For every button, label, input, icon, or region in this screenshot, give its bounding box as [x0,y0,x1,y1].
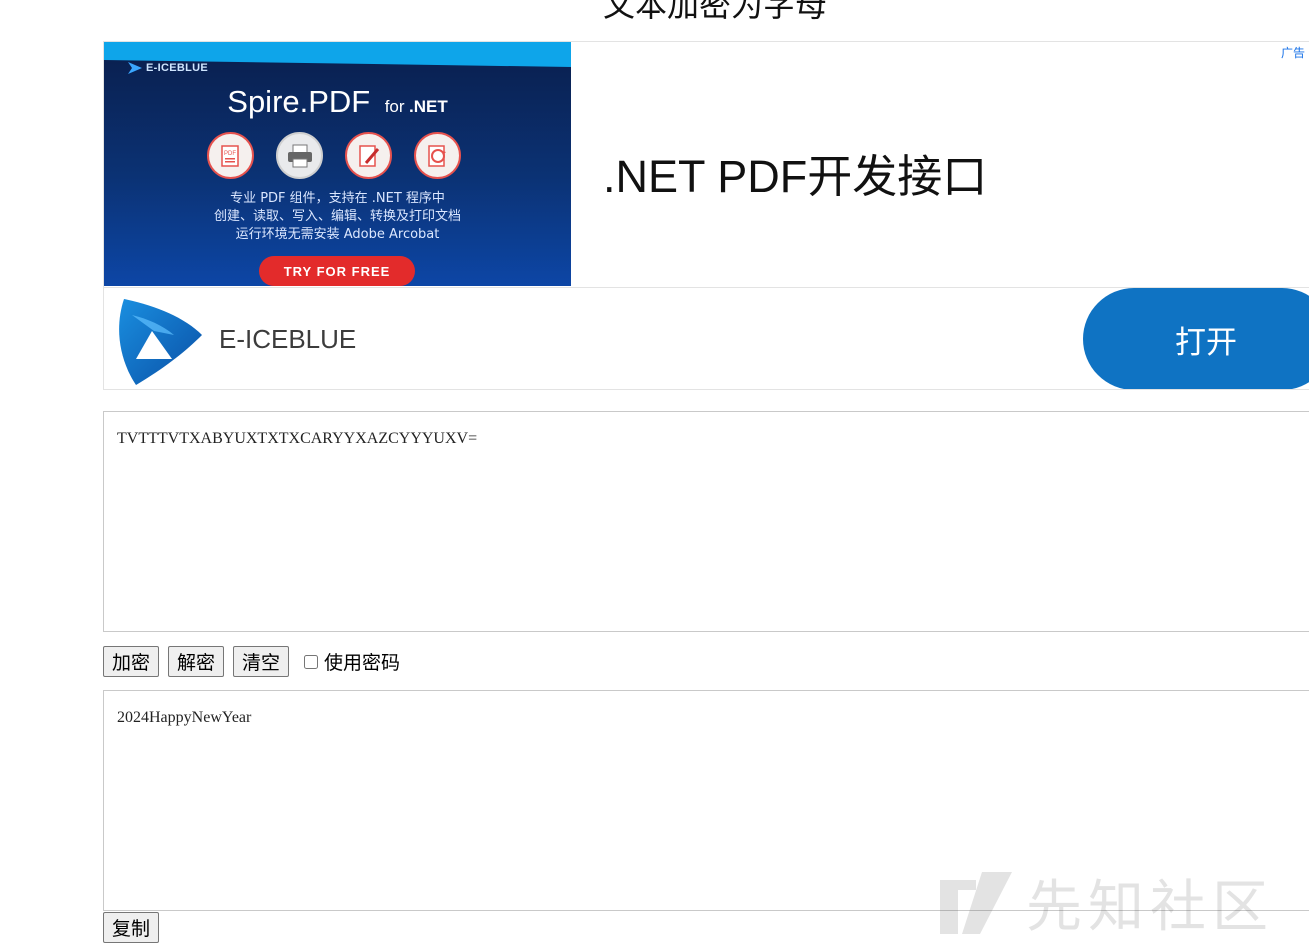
clear-button[interactable]: 清空 [233,646,290,677]
ad-label[interactable]: 广告 [1281,44,1305,61]
use-password-option[interactable]: 使用密码 [302,648,400,675]
printer-icon [276,132,323,179]
use-password-checkbox[interactable] [304,654,318,669]
advertiser-name[interactable]: E-ICEBLUE [219,324,356,355]
eiceblue-logo-icon [119,299,202,385]
product-for: for [384,97,405,116]
convert-document-icon [414,132,461,179]
copy-button[interactable]: 复制 [103,912,160,943]
output-textarea[interactable]: 2024HappyNewYear [103,690,1309,911]
pdf-document-icon: PDF [207,132,254,179]
page-title: 文本加密为字母 [602,0,827,24]
banner-brand-text: E-ICEBLUE [146,62,208,74]
ad-advertiser-bar[interactable]: E-ICEBLUE 打开 [104,287,1309,389]
product-title: Spire.PDF for .NET [104,84,571,120]
try-for-free-button[interactable]: TRY FOR FREE [259,256,415,286]
decrypt-button[interactable]: 解密 [168,646,225,677]
encrypt-button[interactable]: 加密 [103,646,160,677]
desc-line: 运行环境无需安装 Adobe Arcobat [235,227,440,242]
feature-icons: PDF [207,132,461,179]
product-description: 专业 PDF 组件，支持在 .NET 程序中 创建、读取、写入、编辑、转换及打印… [104,190,571,244]
input-textarea[interactable]: TVTTTVTXABYUXTXTXCARYYXAZCYYYUXV= [103,411,1309,632]
ad-banner-image[interactable]: E-ICEBLUE Spire.PDF for .NET PDF 专业 PDF … [104,42,571,286]
desc-line: 专业 PDF 组件，支持在 .NET 程序中 [230,191,445,206]
product-platform: .NET [409,97,448,116]
brand-logo-icon [128,62,142,74]
open-button[interactable]: 打开 [1083,288,1309,389]
ad-container[interactable]: E-ICEBLUE Spire.PDF for .NET PDF 专业 PDF … [103,41,1309,390]
banner-brand: E-ICEBLUE [128,62,208,74]
desc-line: 创建、读取、写入、编辑、转换及打印文档 [213,209,461,224]
edit-document-icon [345,132,392,179]
ad-headline[interactable]: .NET PDF开发接口 [603,140,987,205]
use-password-label: 使用密码 [324,652,401,674]
svg-text:PDF: PDF [224,151,236,157]
product-name: Spire.PDF [227,84,371,119]
